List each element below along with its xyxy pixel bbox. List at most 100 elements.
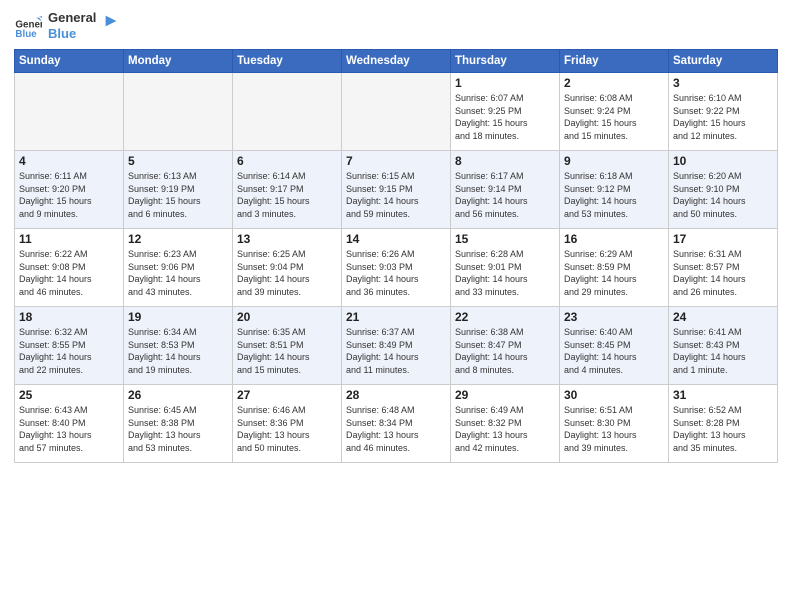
day-number: 1 xyxy=(455,76,555,90)
day-info: Sunrise: 6:40 AM Sunset: 8:45 PM Dayligh… xyxy=(564,326,664,376)
day-number: 20 xyxy=(237,310,337,324)
day-number: 6 xyxy=(237,154,337,168)
day-info: Sunrise: 6:08 AM Sunset: 9:24 PM Dayligh… xyxy=(564,92,664,142)
day-number: 13 xyxy=(237,232,337,246)
calendar-day-cell: 24 Sunrise: 6:41 AM Sunset: 8:43 PM Dayli… xyxy=(669,307,778,385)
day-number: 7 xyxy=(346,154,446,168)
day-info: Sunrise: 6:32 AM Sunset: 8:55 PM Dayligh… xyxy=(19,326,119,376)
calendar-week-row: 1Sunrise: 6:07 AM Sunset: 9:25 PM Daylig… xyxy=(15,73,778,151)
calendar-day-cell: 10 Sunrise: 6:20 AM Sunset: 9:10 PM Dayli… xyxy=(669,151,778,229)
calendar-day-cell xyxy=(233,73,342,151)
day-number: 11 xyxy=(19,232,119,246)
day-info: Sunrise: 6:18 AM Sunset: 9:12 PM Dayligh… xyxy=(564,170,664,220)
day-number: 19 xyxy=(128,310,228,324)
day-info: Sunrise: 6:13 AM Sunset: 9:19 PM Dayligh… xyxy=(128,170,228,220)
calendar-day-cell: 11 Sunrise: 6:22 AM Sunset: 9:08 PM Dayli… xyxy=(15,229,124,307)
day-number: 23 xyxy=(564,310,664,324)
calendar-day-header: Saturday xyxy=(669,50,778,73)
day-info: Sunrise: 6:46 AM Sunset: 8:36 PM Dayligh… xyxy=(237,404,337,454)
logo: General Blue General Blue xyxy=(14,10,120,41)
day-info: Sunrise: 6:41 AM Sunset: 8:43 PM Dayligh… xyxy=(673,326,773,376)
calendar-day-cell: 13 Sunrise: 6:25 AM Sunset: 9:04 PM Dayli… xyxy=(233,229,342,307)
calendar-day-cell: 7 Sunrise: 6:15 AM Sunset: 9:15 PM Daylig… xyxy=(342,151,451,229)
calendar-day-cell: 19 Sunrise: 6:34 AM Sunset: 8:53 PM Dayli… xyxy=(124,307,233,385)
calendar-day-header: Sunday xyxy=(15,50,124,73)
calendar-day-cell: 22 Sunrise: 6:38 AM Sunset: 8:47 PM Dayli… xyxy=(451,307,560,385)
day-number: 30 xyxy=(564,388,664,402)
calendar-day-cell: 1Sunrise: 6:07 AM Sunset: 9:25 PM Daylig… xyxy=(451,73,560,151)
day-info: Sunrise: 6:51 AM Sunset: 8:30 PM Dayligh… xyxy=(564,404,664,454)
calendar-day-cell: 16 Sunrise: 6:29 AM Sunset: 8:59 PM Dayli… xyxy=(560,229,669,307)
day-info: Sunrise: 6:26 AM Sunset: 9:03 PM Dayligh… xyxy=(346,248,446,298)
calendar-day-cell: 8 Sunrise: 6:17 AM Sunset: 9:14 PM Daylig… xyxy=(451,151,560,229)
calendar-week-row: 18 Sunrise: 6:32 AM Sunset: 8:55 PM Dayli… xyxy=(15,307,778,385)
day-number: 5 xyxy=(128,154,228,168)
day-info: Sunrise: 6:29 AM Sunset: 8:59 PM Dayligh… xyxy=(564,248,664,298)
calendar-day-cell: 5 Sunrise: 6:13 AM Sunset: 9:19 PM Daylig… xyxy=(124,151,233,229)
day-info: Sunrise: 6:52 AM Sunset: 8:28 PM Dayligh… xyxy=(673,404,773,454)
calendar-day-cell: 17Sunrise: 6:31 AM Sunset: 8:57 PM Dayli… xyxy=(669,229,778,307)
day-info: Sunrise: 6:35 AM Sunset: 8:51 PM Dayligh… xyxy=(237,326,337,376)
day-info: Sunrise: 6:20 AM Sunset: 9:10 PM Dayligh… xyxy=(673,170,773,220)
day-info: Sunrise: 6:10 AM Sunset: 9:22 PM Dayligh… xyxy=(673,92,773,142)
calendar-day-cell: 27 Sunrise: 6:46 AM Sunset: 8:36 PM Dayli… xyxy=(233,385,342,463)
main-container: General Blue General Blue SundayMondayTu… xyxy=(0,0,792,469)
day-number: 25 xyxy=(19,388,119,402)
day-info: Sunrise: 6:49 AM Sunset: 8:32 PM Dayligh… xyxy=(455,404,555,454)
calendar-day-cell: 15 Sunrise: 6:28 AM Sunset: 9:01 PM Dayli… xyxy=(451,229,560,307)
calendar-day-cell: 14 Sunrise: 6:26 AM Sunset: 9:03 PM Dayli… xyxy=(342,229,451,307)
logo-chevron-icon xyxy=(102,12,120,30)
calendar-day-cell xyxy=(342,73,451,151)
day-info: Sunrise: 6:11 AM Sunset: 9:20 PM Dayligh… xyxy=(19,170,119,220)
calendar-day-header: Monday xyxy=(124,50,233,73)
day-number: 14 xyxy=(346,232,446,246)
day-number: 31 xyxy=(673,388,773,402)
day-number: 15 xyxy=(455,232,555,246)
logo-icon: General Blue xyxy=(14,12,42,40)
day-info: Sunrise: 6:23 AM Sunset: 9:06 PM Dayligh… xyxy=(128,248,228,298)
calendar-day-cell xyxy=(15,73,124,151)
calendar-day-cell xyxy=(124,73,233,151)
calendar-week-row: 11 Sunrise: 6:22 AM Sunset: 9:08 PM Dayli… xyxy=(15,229,778,307)
calendar-day-cell: 25Sunrise: 6:43 AM Sunset: 8:40 PM Dayli… xyxy=(15,385,124,463)
calendar-week-row: 25Sunrise: 6:43 AM Sunset: 8:40 PM Dayli… xyxy=(15,385,778,463)
day-number: 27 xyxy=(237,388,337,402)
day-number: 18 xyxy=(19,310,119,324)
day-number: 9 xyxy=(564,154,664,168)
day-info: Sunrise: 6:34 AM Sunset: 8:53 PM Dayligh… xyxy=(128,326,228,376)
calendar-day-cell: 3Sunrise: 6:10 AM Sunset: 9:22 PM Daylig… xyxy=(669,73,778,151)
calendar-day-cell: 12Sunrise: 6:23 AM Sunset: 9:06 PM Dayli… xyxy=(124,229,233,307)
calendar-day-cell: 23 Sunrise: 6:40 AM Sunset: 8:45 PM Dayli… xyxy=(560,307,669,385)
calendar-day-header: Friday xyxy=(560,50,669,73)
day-number: 21 xyxy=(346,310,446,324)
calendar-day-header: Thursday xyxy=(451,50,560,73)
calendar-day-cell: 4Sunrise: 6:11 AM Sunset: 9:20 PM Daylig… xyxy=(15,151,124,229)
day-number: 29 xyxy=(455,388,555,402)
day-number: 8 xyxy=(455,154,555,168)
day-number: 26 xyxy=(128,388,228,402)
day-number: 24 xyxy=(673,310,773,324)
calendar-day-cell: 29 Sunrise: 6:49 AM Sunset: 8:32 PM Dayli… xyxy=(451,385,560,463)
day-info: Sunrise: 6:15 AM Sunset: 9:15 PM Dayligh… xyxy=(346,170,446,220)
day-info: Sunrise: 6:38 AM Sunset: 8:47 PM Dayligh… xyxy=(455,326,555,376)
calendar-day-cell: 9 Sunrise: 6:18 AM Sunset: 9:12 PM Daylig… xyxy=(560,151,669,229)
calendar-day-cell: 18 Sunrise: 6:32 AM Sunset: 8:55 PM Dayli… xyxy=(15,307,124,385)
calendar-day-header: Wednesday xyxy=(342,50,451,73)
calendar-day-cell: 30 Sunrise: 6:51 AM Sunset: 8:30 PM Dayli… xyxy=(560,385,669,463)
day-number: 16 xyxy=(564,232,664,246)
day-info: Sunrise: 6:37 AM Sunset: 8:49 PM Dayligh… xyxy=(346,326,446,376)
day-info: Sunrise: 6:28 AM Sunset: 9:01 PM Dayligh… xyxy=(455,248,555,298)
day-info: Sunrise: 6:22 AM Sunset: 9:08 PM Dayligh… xyxy=(19,248,119,298)
day-number: 10 xyxy=(673,154,773,168)
day-info: Sunrise: 6:45 AM Sunset: 8:38 PM Dayligh… xyxy=(128,404,228,454)
logo-blue: Blue xyxy=(48,26,96,42)
day-number: 28 xyxy=(346,388,446,402)
day-number: 22 xyxy=(455,310,555,324)
calendar-day-cell: 26 Sunrise: 6:45 AM Sunset: 8:38 PM Dayli… xyxy=(124,385,233,463)
calendar-day-cell: 21 Sunrise: 6:37 AM Sunset: 8:49 PM Dayli… xyxy=(342,307,451,385)
calendar-day-cell: 31 Sunrise: 6:52 AM Sunset: 8:28 PM Dayli… xyxy=(669,385,778,463)
day-info: Sunrise: 6:25 AM Sunset: 9:04 PM Dayligh… xyxy=(237,248,337,298)
day-info: Sunrise: 6:17 AM Sunset: 9:14 PM Dayligh… xyxy=(455,170,555,220)
day-info: Sunrise: 6:48 AM Sunset: 8:34 PM Dayligh… xyxy=(346,404,446,454)
calendar-week-row: 4Sunrise: 6:11 AM Sunset: 9:20 PM Daylig… xyxy=(15,151,778,229)
